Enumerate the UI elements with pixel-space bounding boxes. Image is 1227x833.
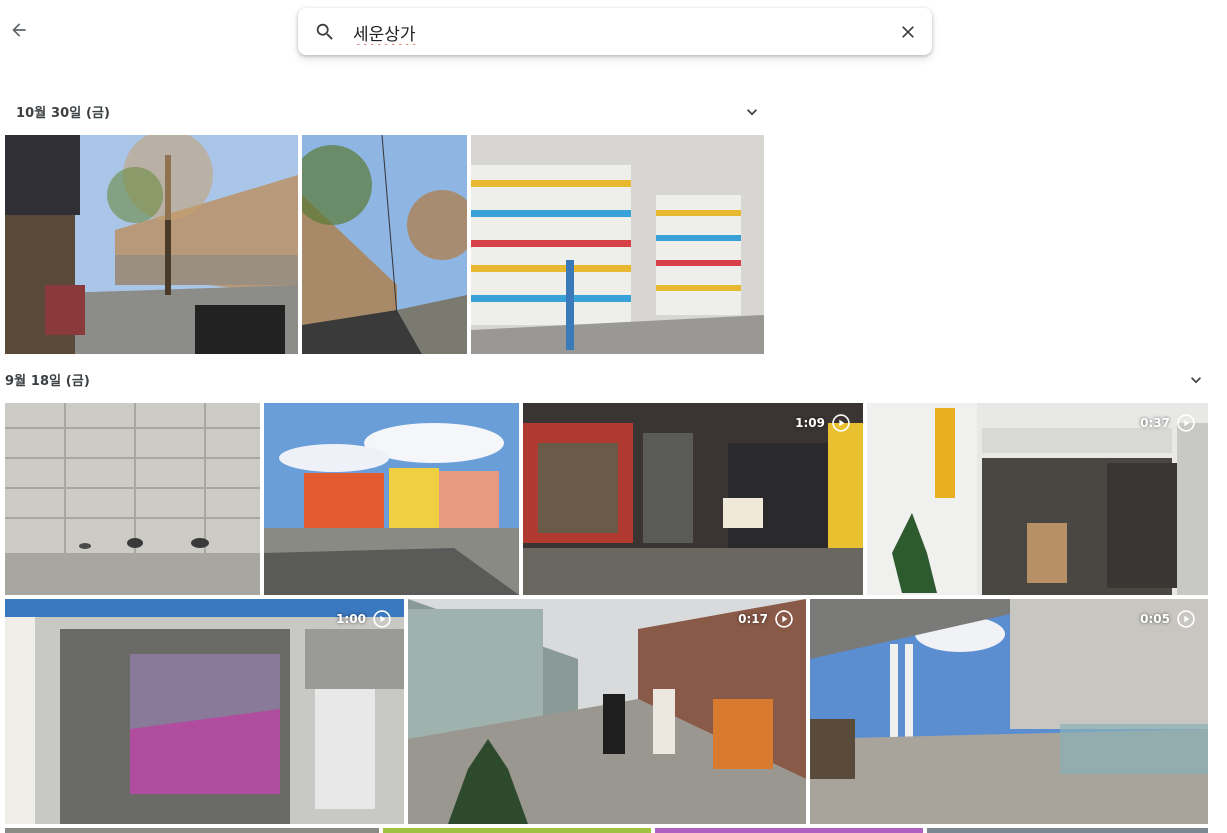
chevron-down-icon <box>747 109 757 116</box>
photo-image <box>264 403 519 595</box>
video-thumbnail[interactable]: 1:09 <box>523 403 863 595</box>
back-button[interactable] <box>4 15 34 45</box>
photo-image <box>5 599 404 824</box>
play-circle-icon <box>1177 414 1195 432</box>
photo-image <box>5 403 260 595</box>
photo-thumbnail[interactable] <box>655 828 923 833</box>
photo-thumbnail[interactable] <box>383 828 651 833</box>
play-circle-icon <box>1177 610 1195 628</box>
play-circle-icon <box>775 610 793 628</box>
video-duration-badge: 0:17 <box>738 609 794 629</box>
photo-thumbnail[interactable] <box>927 828 1208 833</box>
video-thumbnail[interactable]: 0:17 <box>408 599 806 824</box>
video-duration: 0:05 <box>1140 612 1170 626</box>
video-duration: 0:37 <box>1140 416 1170 430</box>
video-duration-badge: 0:37 <box>1140 413 1196 433</box>
photo-thumbnail[interactable] <box>5 828 379 833</box>
play-circle-icon <box>373 610 391 628</box>
close-icon <box>902 26 914 38</box>
photo-image <box>302 135 467 354</box>
video-duration: 1:09 <box>795 416 825 430</box>
date-header: 9월 18일 (금) <box>5 374 90 389</box>
video-thumbnail[interactable]: 0:37 <box>867 403 1208 595</box>
photo-thumbnail[interactable] <box>264 403 519 595</box>
search-icon[interactable] <box>314 21 336 43</box>
video-thumbnail[interactable]: 1:00 <box>5 599 404 824</box>
collapse-section-button[interactable] <box>1186 370 1206 390</box>
photo-thumbnail[interactable] <box>302 135 467 354</box>
video-duration-badge: 1:09 <box>795 413 851 433</box>
photo-image <box>408 599 806 824</box>
photo-thumbnail[interactable] <box>5 135 298 354</box>
video-duration-badge: 0:05 <box>1140 609 1196 629</box>
photo-image <box>5 135 298 354</box>
photo-thumbnail[interactable] <box>5 403 260 595</box>
search-bar <box>298 8 932 55</box>
chevron-down-icon <box>1191 377 1201 384</box>
photo-thumbnail[interactable] <box>471 135 764 354</box>
date-header: 10월 30일 (금) <box>16 106 111 121</box>
collapse-section-button[interactable] <box>742 102 762 122</box>
video-thumbnail[interactable]: 0:05 <box>810 599 1208 824</box>
search-input[interactable] <box>353 18 873 46</box>
video-duration-badge: 1:00 <box>336 609 392 629</box>
video-duration: 1:00 <box>336 612 366 626</box>
photo-image <box>810 599 1208 824</box>
play-circle-icon <box>832 414 850 432</box>
photo-image <box>471 135 764 354</box>
video-duration: 0:17 <box>738 612 768 626</box>
arrow-left-icon <box>12 23 26 37</box>
clear-search-button[interactable] <box>896 20 920 44</box>
